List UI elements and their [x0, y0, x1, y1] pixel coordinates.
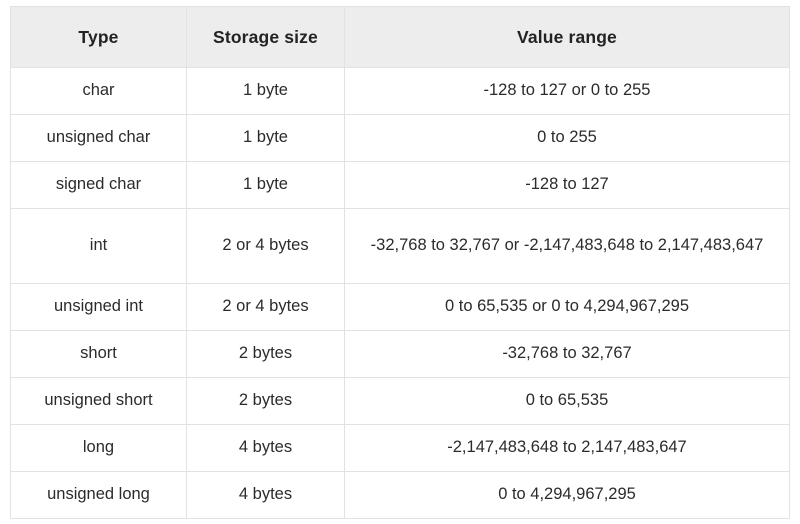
cell-type: char — [10, 67, 187, 115]
cell-storage: 4 bytes — [186, 471, 345, 519]
cell-storage: 2 or 4 bytes — [186, 208, 345, 284]
cell-range: 0 to 65,535 — [344, 377, 790, 425]
table-row: signed char 1 byte -128 to 127 — [10, 161, 790, 209]
cell-storage: 1 byte — [186, 161, 345, 209]
cell-storage: 2 bytes — [186, 330, 345, 378]
cell-range: -32,768 to 32,767 or -2,147,483,648 to 2… — [344, 208, 790, 284]
cell-storage: 1 byte — [186, 67, 345, 115]
table-row: unsigned int 2 or 4 bytes 0 to 65,535 or… — [10, 283, 790, 331]
cell-type: unsigned char — [10, 114, 187, 162]
cell-range: 0 to 4,294,967,295 — [344, 471, 790, 519]
cell-range: -128 to 127 or 0 to 255 — [344, 67, 790, 115]
cell-range: 0 to 255 — [344, 114, 790, 162]
cell-type: short — [10, 330, 187, 378]
cell-type: int — [10, 208, 187, 284]
column-header-range: Value range — [344, 6, 790, 68]
table-page: Type Storage size Value range char 1 byt… — [0, 0, 800, 524]
cell-type: unsigned int — [10, 283, 187, 331]
table-row: unsigned long 4 bytes 0 to 4,294,967,295 — [10, 471, 790, 519]
table-row: short 2 bytes -32,768 to 32,767 — [10, 330, 790, 378]
cell-type: signed char — [10, 161, 187, 209]
table-row: char 1 byte -128 to 127 or 0 to 255 — [10, 67, 790, 115]
table-body: char 1 byte -128 to 127 or 0 to 255 unsi… — [10, 67, 790, 519]
table-row: unsigned short 2 bytes 0 to 65,535 — [10, 377, 790, 425]
table-row: unsigned char 1 byte 0 to 255 — [10, 114, 790, 162]
table-row: long 4 bytes -2,147,483,648 to 2,147,483… — [10, 424, 790, 472]
cell-storage: 2 bytes — [186, 377, 345, 425]
cell-type: unsigned short — [10, 377, 187, 425]
cell-storage: 2 or 4 bytes — [186, 283, 345, 331]
column-header-type: Type — [10, 6, 187, 68]
cell-range: -128 to 127 — [344, 161, 790, 209]
table-header: Type Storage size Value range — [10, 6, 790, 68]
cell-type: unsigned long — [10, 471, 187, 519]
cell-range: -32,768 to 32,767 — [344, 330, 790, 378]
table-row: int 2 or 4 bytes -32,768 to 32,767 or -2… — [10, 208, 790, 284]
cell-storage: 4 bytes — [186, 424, 345, 472]
c-data-types-table: Type Storage size Value range char 1 byt… — [10, 6, 790, 519]
cell-storage: 1 byte — [186, 114, 345, 162]
cell-range: 0 to 65,535 or 0 to 4,294,967,295 — [344, 283, 790, 331]
table-header-row: Type Storage size Value range — [10, 6, 790, 68]
cell-range: -2,147,483,648 to 2,147,483,647 — [344, 424, 790, 472]
cell-type: long — [10, 424, 187, 472]
column-header-storage: Storage size — [186, 6, 345, 68]
